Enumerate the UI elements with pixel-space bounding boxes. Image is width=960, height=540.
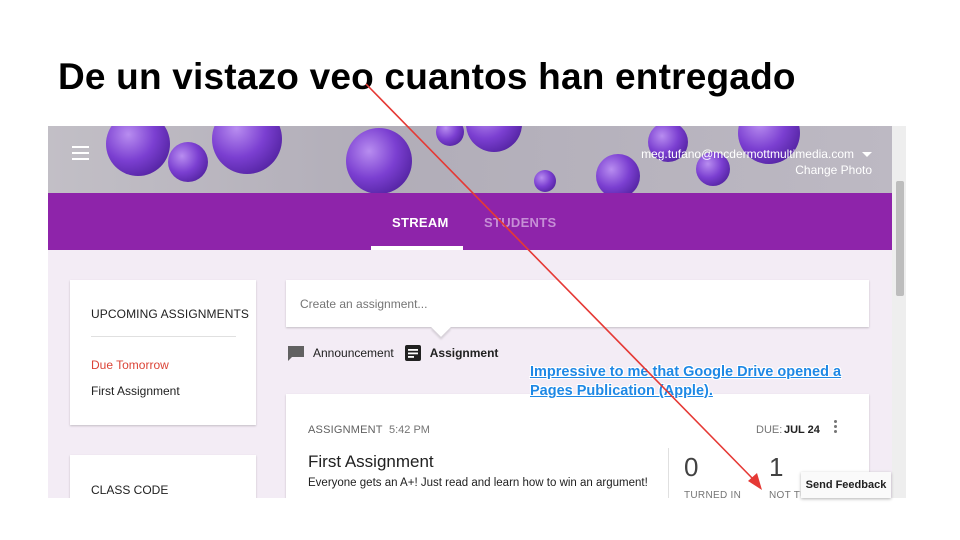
arrow-line [365,83,755,481]
annotation-arrow [365,83,762,490]
